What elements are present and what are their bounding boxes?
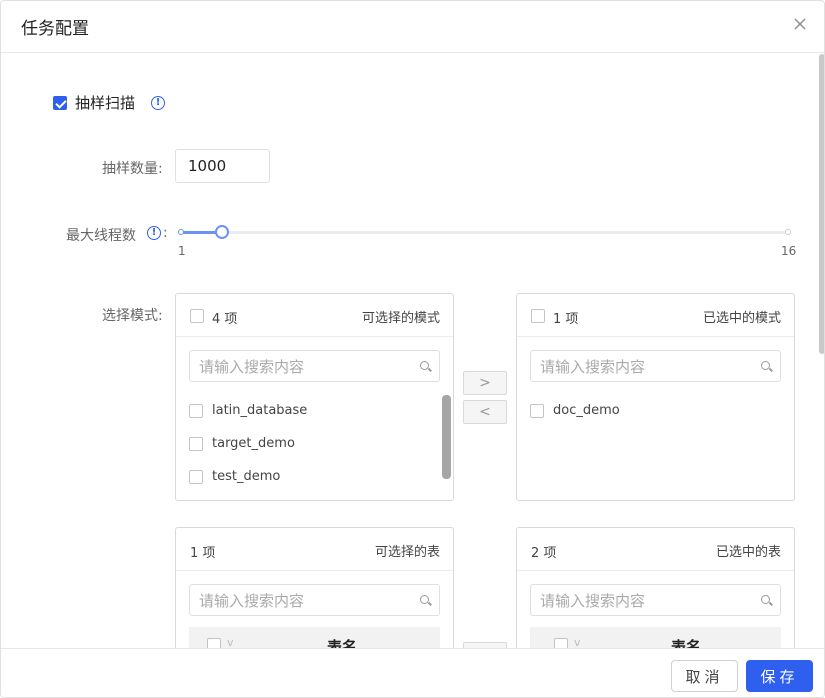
cancel-button[interactable]: 取消 bbox=[671, 660, 738, 692]
item-label: doc_demo bbox=[553, 403, 620, 418]
sample-count-label: 抽样数量: bbox=[102, 161, 163, 177]
search-placeholder: 请输入搜索内容 bbox=[540, 591, 646, 610]
item-label: latin_database bbox=[212, 403, 308, 418]
search-icon bbox=[761, 361, 770, 370]
list-item[interactable]: test_demo bbox=[189, 469, 280, 484]
search-icon bbox=[420, 361, 429, 370]
chevron-down-icon[interactable]: v bbox=[227, 636, 234, 648]
search-input[interactable]: 请输入搜索内容 bbox=[189, 584, 440, 616]
search-input[interactable]: 请输入搜索内容 bbox=[189, 350, 440, 382]
table-header: v 表名 bbox=[189, 627, 440, 648]
item-count: 1 项 bbox=[553, 312, 579, 327]
search-placeholder: 请输入搜索内容 bbox=[199, 357, 305, 376]
slider-max-label: 16 bbox=[781, 244, 797, 258]
dialog-scrollbar[interactable] bbox=[819, 54, 824, 354]
info-icon[interactable]: ! bbox=[151, 95, 166, 110]
move-left-button[interactable]: < bbox=[463, 400, 507, 424]
search-icon bbox=[420, 595, 429, 604]
select-all-checkbox[interactable] bbox=[190, 309, 204, 323]
list-scrollbar[interactable] bbox=[442, 395, 451, 479]
search-placeholder: 请输入搜索内容 bbox=[199, 591, 305, 610]
panel-header: 4 项 可选择的模式 bbox=[176, 294, 453, 337]
thread-slider-handle[interactable] bbox=[215, 225, 229, 239]
item-count: 1 项 bbox=[190, 546, 216, 561]
available-tables-panel: 1 项 可选择的表 请输入搜索内容 v 表名 bbox=[175, 527, 454, 648]
max-threads-colon: : bbox=[163, 225, 168, 241]
select-all-checkbox[interactable] bbox=[531, 309, 545, 323]
slider-min-label: 1 bbox=[178, 244, 186, 258]
panel-title: 已选中的模式 bbox=[702, 311, 781, 326]
save-button[interactable]: 保存 bbox=[746, 660, 813, 692]
panel-title: 可选择的模式 bbox=[361, 311, 440, 326]
panel-title: 可选择的表 bbox=[374, 545, 440, 560]
select-all-checkbox[interactable] bbox=[554, 638, 568, 648]
panel-title: 已选中的表 bbox=[715, 545, 781, 560]
selected-tables-panel: 2 项 已选中的表 请输入搜索内容 v 表名 bbox=[516, 527, 795, 648]
item-label: test_demo bbox=[212, 469, 281, 484]
dialog-body: 抽样扫描 ! 抽样数量: 1000 最大线程数 ! : 1 16 选择模式: 4… bbox=[1, 54, 824, 648]
item-count: 4 项 bbox=[212, 312, 238, 327]
sampling-row: 抽样扫描 ! bbox=[53, 92, 166, 113]
thread-slider-track[interactable] bbox=[181, 231, 789, 234]
dialog-header: 任务配置 bbox=[1, 1, 824, 53]
item-label: target_demo bbox=[212, 436, 295, 451]
info-icon[interactable]: ! bbox=[147, 226, 161, 240]
task-config-dialog: 任务配置 抽样扫描 ! 抽样数量: 1000 最大线程数 ! : 1 16 选择… bbox=[0, 0, 825, 698]
panel-header: 2 项 已选中的表 bbox=[517, 528, 794, 571]
list-item[interactable]: target_demo bbox=[189, 436, 295, 451]
search-input[interactable]: 请输入搜索内容 bbox=[530, 584, 781, 616]
dialog-title: 任务配置 bbox=[21, 19, 89, 39]
panel-header: 1 项 已选中的模式 bbox=[517, 294, 794, 337]
item-count: 2 项 bbox=[531, 546, 557, 561]
item-checkbox[interactable] bbox=[530, 403, 544, 418]
sampling-checkbox[interactable] bbox=[53, 95, 67, 110]
item-checkbox[interactable] bbox=[189, 403, 203, 418]
select-all-checkbox[interactable] bbox=[207, 638, 221, 648]
schema-mode-label: 选择模式: bbox=[102, 308, 163, 324]
slider-start-dot bbox=[178, 229, 184, 235]
available-schemas-panel: 4 项 可选择的模式 请输入搜索内容 latin_database target… bbox=[175, 293, 454, 501]
move-right-button[interactable]: > bbox=[463, 371, 507, 395]
max-threads-label: 最大线程数 bbox=[66, 228, 136, 244]
slider-end-dot bbox=[785, 229, 791, 235]
list-item[interactable]: doc_demo bbox=[530, 403, 620, 418]
chevron-down-icon[interactable]: v bbox=[574, 636, 581, 648]
sampling-label: 抽样扫描 bbox=[75, 94, 136, 112]
table-name-header: 表名 bbox=[327, 638, 358, 648]
search-icon bbox=[761, 595, 770, 604]
table-header: v 表名 bbox=[530, 627, 781, 648]
dialog-footer: 取消 保存 bbox=[1, 648, 824, 697]
panel-header: 1 项 可选择的表 bbox=[176, 528, 453, 571]
sample-count-input[interactable]: 1000 bbox=[175, 149, 270, 183]
table-name-header: 表名 bbox=[671, 638, 702, 648]
list-item[interactable]: latin_database bbox=[189, 403, 307, 418]
item-checkbox[interactable] bbox=[189, 469, 203, 484]
close-icon[interactable] bbox=[792, 16, 808, 32]
selected-schemas-panel: 1 项 已选中的模式 请输入搜索内容 doc_demo bbox=[516, 293, 795, 501]
search-input[interactable]: 请输入搜索内容 bbox=[530, 350, 781, 382]
item-checkbox[interactable] bbox=[189, 436, 203, 451]
search-placeholder: 请输入搜索内容 bbox=[540, 357, 646, 376]
